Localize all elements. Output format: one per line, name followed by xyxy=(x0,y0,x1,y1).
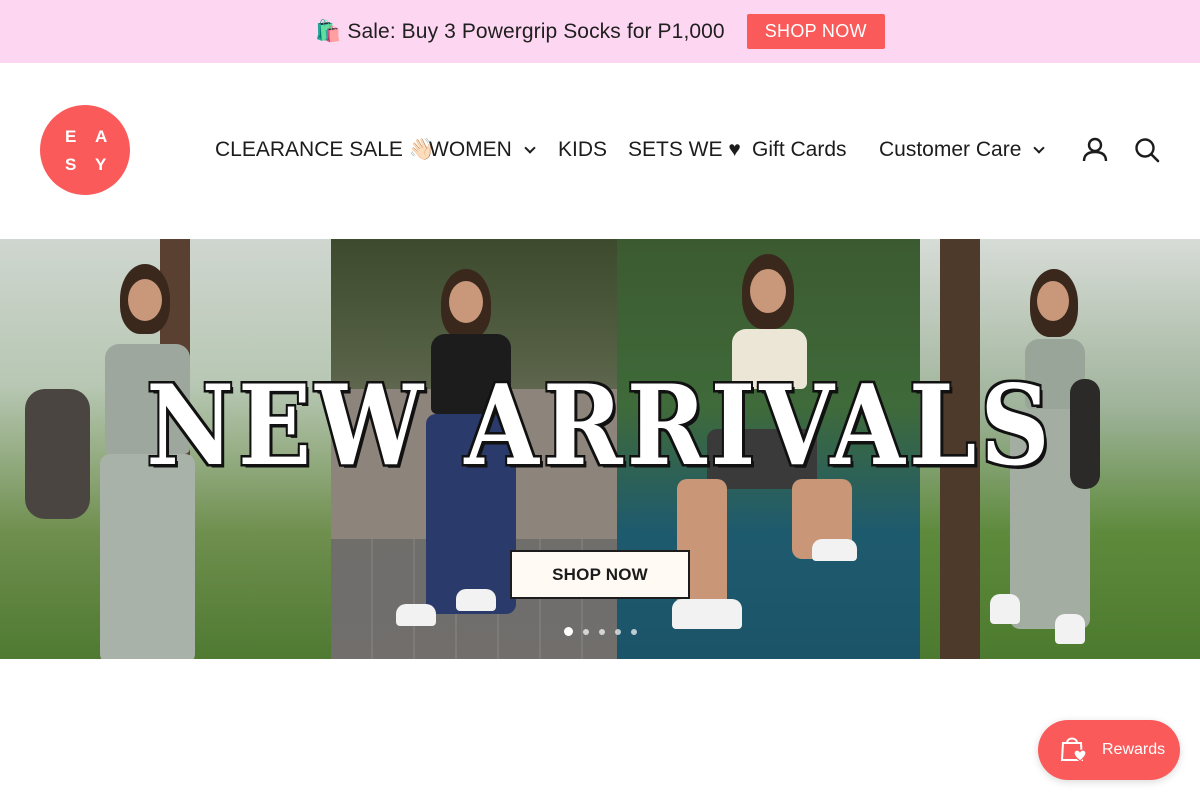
logo-letter: Y xyxy=(95,155,107,174)
brand-logo[interactable]: E A S Y xyxy=(40,105,130,195)
nav-kids[interactable]: KIDS xyxy=(558,135,607,165)
shopping-bag-heart-icon xyxy=(1058,733,1088,768)
logo-letter: S xyxy=(65,155,77,174)
rewards-label: Rewards xyxy=(1102,741,1166,758)
slide-dot-3[interactable] xyxy=(599,628,605,635)
nav-label: CLEARANCE SALE 👋🏻 xyxy=(215,138,435,161)
nav-label: Gift Cards xyxy=(752,138,847,161)
rewards-launcher-button[interactable]: Rewards xyxy=(1038,720,1180,780)
nav-label: KIDS xyxy=(558,138,608,161)
hero-shop-now-button[interactable]: SHOP NOW xyxy=(510,550,690,599)
nav-women[interactable]: WOMEN xyxy=(429,135,536,165)
hero-title: NEW ARRIVALS xyxy=(146,360,1054,491)
logo-letter: A xyxy=(95,127,108,146)
hero-slideshow[interactable]: NEW ARRIVALS SHOP NOW xyxy=(0,239,1200,659)
announcement-bar: 🛍️ Sale: Buy 3 Powergrip Socks for P1,00… xyxy=(0,0,1200,63)
search-icon[interactable] xyxy=(1133,136,1161,164)
site-header: E A S Y CLEARANCE SALE 👋🏻 WOMEN KIDS SET… xyxy=(0,63,1200,239)
slide-dot-5[interactable] xyxy=(631,628,637,635)
announcement-shop-now-button[interactable]: SHOP NOW xyxy=(746,14,885,49)
account-icon[interactable] xyxy=(1081,136,1109,164)
slideshow-pagination xyxy=(564,627,637,636)
slide-dot-2[interactable] xyxy=(583,628,589,635)
nav-sets-we-love[interactable]: SETS WE ♥ xyxy=(628,135,741,165)
logo-letter: E xyxy=(65,127,77,146)
nav-clearance-sale[interactable]: CLEARANCE SALE 👋🏻 xyxy=(215,135,435,165)
nav-label: SETS WE ♥ xyxy=(628,138,741,161)
nav-label: WOMEN xyxy=(429,138,512,161)
slide-dot-4[interactable] xyxy=(615,628,621,635)
nav-gift-cards[interactable]: Gift Cards xyxy=(752,135,847,165)
nav-customer-care[interactable]: Customer Care xyxy=(879,135,1046,165)
announcement-text: 🛍️ Sale: Buy 3 Powergrip Socks for P1,00… xyxy=(315,19,725,43)
slide-dot-1[interactable] xyxy=(564,627,573,636)
nav-label: Customer Care xyxy=(879,138,1022,161)
chevron-down-icon xyxy=(524,141,536,154)
chevron-down-icon xyxy=(1033,141,1046,154)
